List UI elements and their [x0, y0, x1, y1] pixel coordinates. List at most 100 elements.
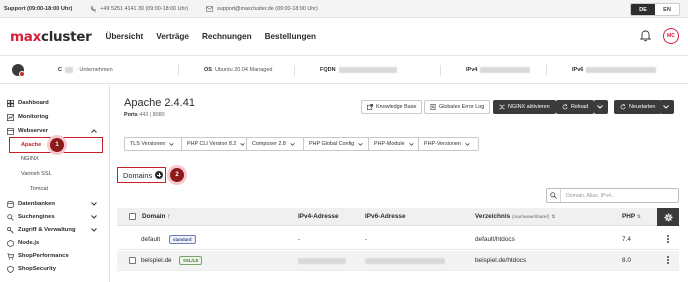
ipv4-info: IPv4	[466, 67, 531, 73]
domain-name[interactable]: beispiel.de	[141, 257, 172, 264]
sidebar-label: Monitoring	[18, 114, 49, 120]
cluster-info[interactable]: C · Unternehmen	[58, 67, 113, 73]
reload-dropdown-button[interactable]	[594, 100, 608, 114]
sidebar-item-nodejs[interactable]: Node.js	[0, 237, 110, 249]
directory-cell: beispiel.de/htdocs	[475, 257, 527, 264]
domain-search[interactable]: Domain, Alias, IPv4...	[546, 188, 679, 203]
composer-select[interactable]: Composer 2.8	[246, 137, 304, 151]
chevron-down-icon	[596, 105, 603, 109]
shuffle-icon	[499, 104, 505, 110]
email-contact[interactable]: support@maxcluster.de (09:00-18:00 Uhr)	[206, 6, 318, 12]
sort-icon: ⇅	[551, 215, 556, 220]
sidebar-item-monitoring[interactable]: Monitoring	[0, 111, 110, 123]
restart-button[interactable]: Neustarten	[614, 100, 662, 114]
sidebar-item-shopsecurity[interactable]: ShopSecurity	[0, 263, 110, 275]
ipv4-cell: -	[298, 236, 301, 243]
chevron-down-icon	[240, 142, 245, 146]
phone-contact[interactable]: +49 5251 4141 30 (09:00-18:00 Uhr)	[90, 6, 188, 12]
nginx-activate-button[interactable]: NGINX aktivieren	[493, 100, 556, 114]
external-link-icon	[367, 104, 373, 110]
nodejs-icon	[7, 239, 14, 247]
maxcluster-logo[interactable]: maxcluster	[10, 29, 92, 45]
separator	[178, 65, 179, 76]
ipv6-cell	[365, 258, 445, 266]
row-menu-icon[interactable]	[667, 256, 669, 265]
nav-uebersicht[interactable]: Übersicht	[105, 32, 143, 41]
ipv4-cell	[298, 258, 346, 266]
sidebar-item-zugriff[interactable]: Zugriff & Verwaltung	[0, 224, 110, 236]
gear-icon	[663, 212, 673, 222]
sidebar-label: ShopPerformance	[18, 253, 69, 259]
page-title: Apache 2.4.41	[124, 97, 195, 109]
add-domain-icon[interactable]	[155, 171, 164, 179]
column-php[interactable]: PHP ⇅	[622, 213, 641, 220]
sidebar-item-datenbanken[interactable]: Datenbanken	[0, 198, 110, 210]
sidebar-item-webserver[interactable]: Webserver	[0, 125, 110, 137]
chevron-down-icon	[465, 142, 470, 146]
sidebar-item-suchengines[interactable]: Suchengines	[0, 211, 110, 223]
php-versions-select[interactable]: PHP-Versionen	[418, 137, 479, 151]
ports-info: Ports 443 | 8080	[124, 112, 165, 118]
restart-dropdown-button[interactable]	[660, 100, 674, 114]
sidebar-item-varnish[interactable]: Varnish SSL	[0, 168, 110, 180]
chevron-down-icon	[91, 228, 97, 232]
php-global-config-select[interactable]: PHP Global Config	[303, 137, 373, 151]
row-menu-icon[interactable]	[667, 235, 669, 244]
chevron-down-icon	[91, 202, 97, 206]
row-checkbox[interactable]	[129, 257, 136, 264]
chevron-down-icon	[408, 142, 414, 146]
column-ipv4[interactable]: IPv4-Adresse	[298, 213, 339, 220]
ipv6-cell: -	[365, 236, 368, 243]
mail-icon	[206, 5, 214, 12]
sidebar-item-shopperformance[interactable]: ShopPerformance	[0, 250, 110, 262]
tls-versions-select[interactable]: TLS Versionen	[124, 137, 184, 151]
sidebar-item-dashboard[interactable]: Dashboard	[0, 97, 110, 109]
document-icon	[430, 104, 436, 110]
php-cli-version-select[interactable]: PHP CLI Version 8.2	[181, 137, 255, 151]
domains-table-header: Domain ↑ IPv4-Adresse IPv6-Adresse Verze…	[117, 208, 679, 226]
chevron-down-icon	[662, 105, 669, 109]
table-row[interactable]: default standard - - default/htdocs 7.4	[117, 230, 679, 250]
domain-name[interactable]: default	[141, 236, 160, 243]
sidebar-label: Datenbanken	[18, 201, 55, 207]
sidebar-item-nginx[interactable]: NGINX	[0, 153, 110, 165]
lang-en-button[interactable]: EN	[655, 4, 679, 15]
ipv6-info: IPv6	[572, 67, 657, 73]
separator	[294, 65, 295, 76]
os-info: OS Ubuntu 20.04 Managed	[204, 67, 273, 73]
column-directory[interactable]: Verzeichnis (/var/www/share/) ⇅	[475, 213, 555, 220]
php-cell: 8.0	[622, 257, 631, 264]
table-row[interactable]: beispiel.de SSL/LE beispiel.de/htdocs 8.…	[117, 251, 679, 271]
monitoring-icon	[7, 113, 14, 121]
dashboard-icon	[7, 99, 14, 107]
sidebar: Dashboard Monitoring Webserver Apache 1 …	[0, 85, 110, 282]
sidebar-item-tomcat[interactable]: Tomcat	[0, 183, 110, 195]
reload-button[interactable]: Reload	[556, 100, 595, 114]
nav-bestellungen[interactable]: Bestellungen	[265, 32, 316, 41]
sidebar-label: Webserver	[18, 128, 49, 134]
lang-de-button[interactable]: DE	[631, 4, 655, 15]
search-input[interactable]: Domain, Alias, IPv4...	[566, 193, 615, 199]
annotation-badge-2: 2	[170, 168, 184, 182]
server-status-icon	[12, 64, 25, 77]
domains-heading: Domains	[117, 167, 166, 183]
search-engine-icon	[7, 213, 14, 221]
user-avatar[interactable]: MC	[663, 28, 679, 44]
sidebar-label: Node.js	[18, 240, 40, 246]
php-modules-select[interactable]: PHP-Module	[368, 137, 423, 151]
column-ipv6[interactable]: IPv6-Adresse	[365, 213, 406, 220]
nav-rechnungen[interactable]: Rechnungen	[202, 32, 252, 41]
knowledge-base-button[interactable]: Knowledge Base	[361, 100, 423, 114]
cart-icon	[7, 252, 14, 260]
select-all-checkbox[interactable]	[129, 213, 136, 220]
chevron-down-icon	[290, 142, 295, 146]
separator	[440, 65, 441, 76]
bell-icon[interactable]	[640, 29, 651, 42]
chevron-down-icon	[358, 142, 363, 146]
column-domain[interactable]: Domain ↑	[142, 213, 170, 220]
annotation-badge-1: 1	[50, 138, 64, 152]
nav-vertraege[interactable]: Verträge	[156, 32, 189, 41]
error-log-button[interactable]: Globales Error Log	[424, 100, 491, 114]
server-info-bar: C · Unternehmen OS Ubuntu 20.04 Managed FQ…	[0, 57, 688, 84]
table-settings-button[interactable]	[657, 208, 679, 226]
